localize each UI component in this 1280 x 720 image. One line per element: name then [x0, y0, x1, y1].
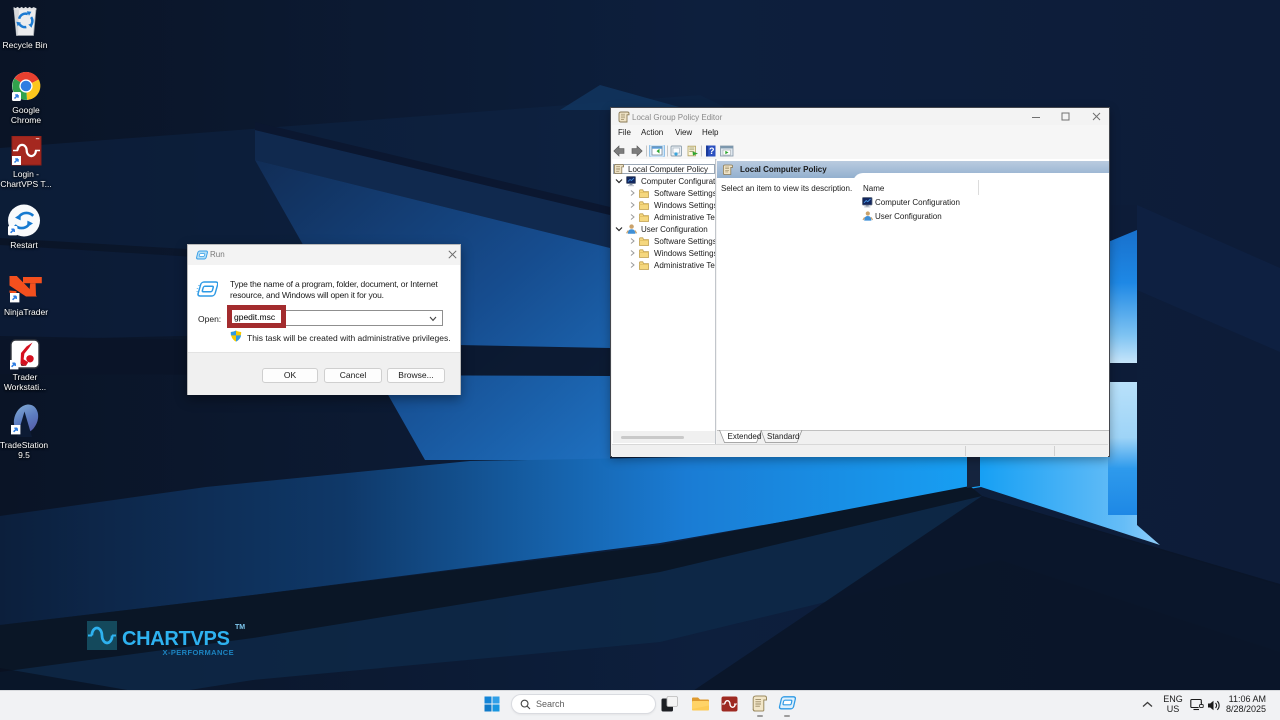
svg-text:X-PERFORMANCE: X-PERFORMANCE: [163, 648, 234, 657]
svg-text:CHARTVPS: CHARTVPS: [122, 628, 230, 650]
svg-text:Extended: Extended: [728, 432, 762, 441]
svg-text:TM: TM: [235, 624, 245, 631]
svg-text:?: ?: [709, 146, 715, 156]
svg-text:Standard: Standard: [767, 432, 799, 441]
